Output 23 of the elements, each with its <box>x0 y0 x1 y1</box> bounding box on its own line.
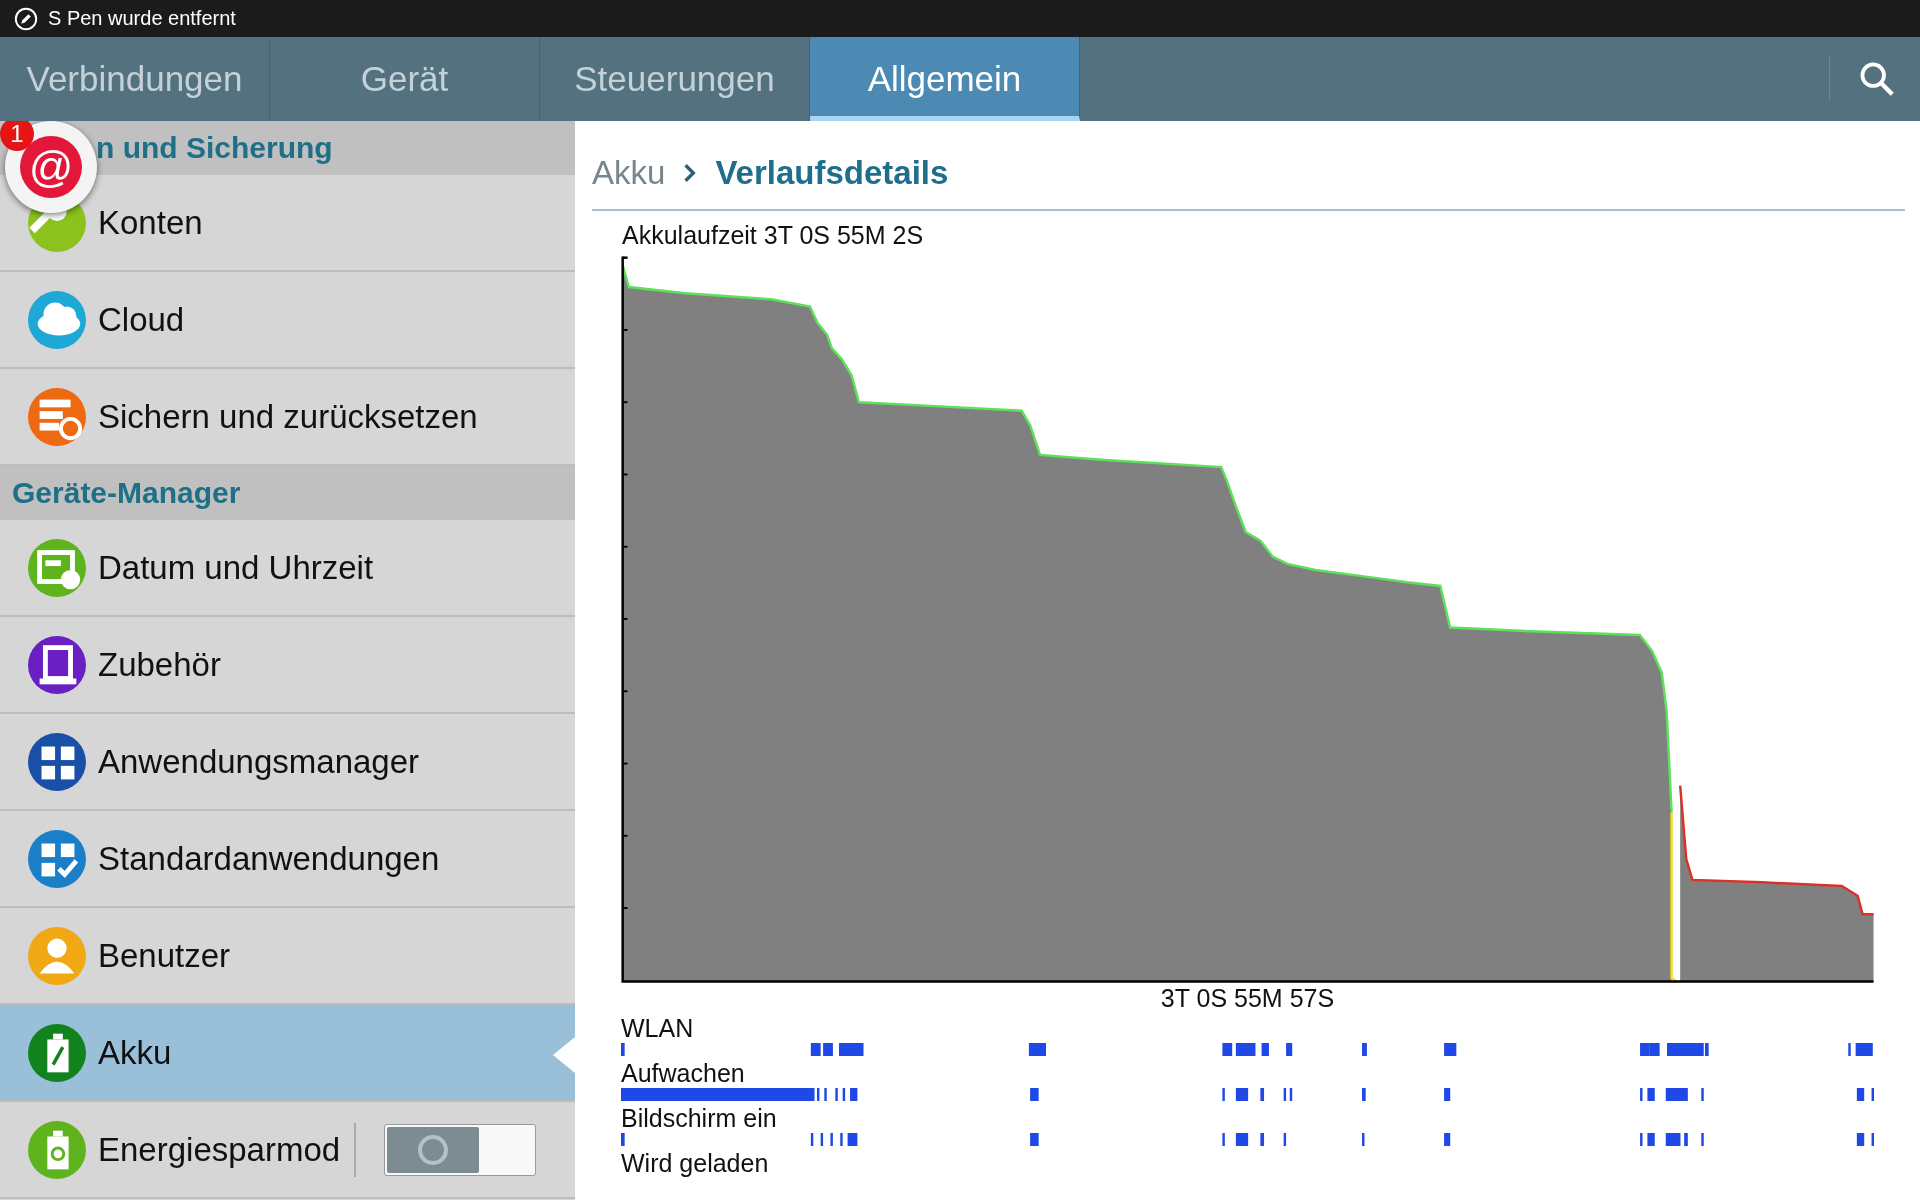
event-label: Aufwachen <box>621 1058 745 1088</box>
selection-pointer <box>553 1037 575 1073</box>
toggle-switch[interactable] <box>384 1123 537 1176</box>
event-label: Wird geladen <box>621 1148 769 1178</box>
settings-item[interactable]: Zubehör <box>0 617 575 714</box>
page-title: Verlaufsdetails <box>715 154 949 192</box>
notification-text: S Pen wurde entfernt <box>48 7 236 30</box>
breadcrumb-link[interactable]: Akku <box>592 154 666 192</box>
section-header: Geräte-Manager <box>0 466 575 520</box>
pen-icon <box>14 6 38 31</box>
event-label: Bildschirm ein <box>621 1103 777 1133</box>
battery-runtime: Akkulaufzeit 3T 0S 55M 2S <box>621 221 925 250</box>
settings-item[interactable]: Cloud <box>0 272 575 369</box>
axis-label: 3T 0S 55M 57S <box>1159 984 1336 1013</box>
search-icon[interactable] <box>1858 60 1896 98</box>
settings-item[interactable]: Energiesparmod <box>0 1102 575 1199</box>
event-label: WLAN <box>621 1013 694 1043</box>
settings-item[interactable]: Akku <box>0 1005 575 1102</box>
settings-item[interactable]: Datum und Uhrzeit <box>0 520 575 617</box>
tab[interactable]: Allgemein <box>810 37 1080 121</box>
settings-item[interactable]: Anwendungsmanager <box>0 714 575 811</box>
chevron-icon <box>683 163 698 183</box>
settings-item[interactable]: Standardanwendungen <box>0 811 575 908</box>
